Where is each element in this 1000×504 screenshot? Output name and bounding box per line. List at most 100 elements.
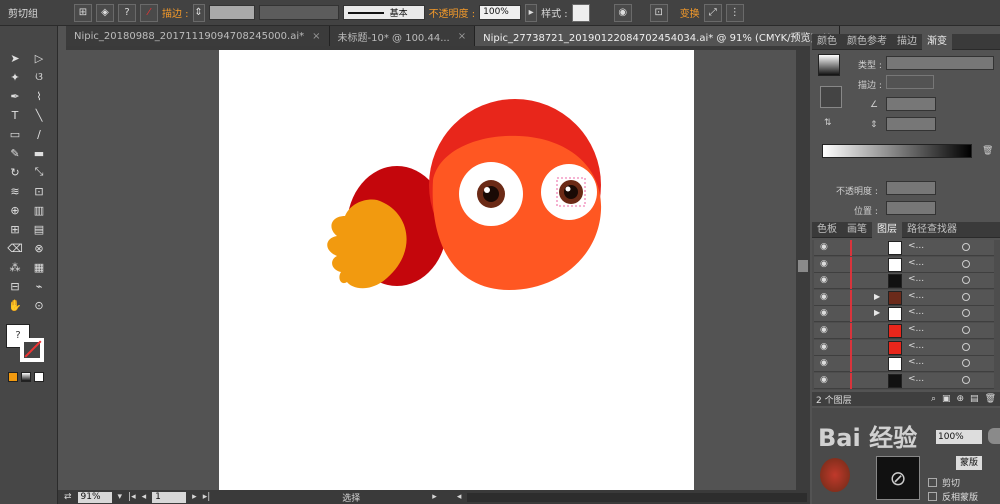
vertical-scrollbar[interactable] [796, 50, 810, 490]
fill-swatch[interactable]: ? [118, 3, 136, 22]
scroll-thumb[interactable] [798, 260, 808, 272]
eraser-tool-icon[interactable]: ▬ [30, 145, 48, 161]
target-icon[interactable] [962, 259, 970, 268]
fill-stroke-proxy-icon[interactable]: ? [6, 324, 46, 364]
panel-tab-2[interactable]: 描边 [892, 34, 922, 50]
artboard-number-field[interactable]: 1 [152, 491, 187, 503]
zoom-field[interactable]: 91% [77, 491, 112, 503]
visibility-eye-icon[interactable]: ◉ [820, 275, 828, 285]
shape-builder-tool-icon[interactable]: ⊕ [6, 202, 24, 218]
visibility-eye-icon[interactable]: ◉ [820, 358, 828, 368]
rectangle-tool-icon[interactable]: ▭ [6, 126, 24, 142]
stroke-label[interactable]: 描边 : [162, 5, 189, 20]
gradient-slider[interactable] [822, 144, 972, 158]
target-icon[interactable] [962, 243, 970, 251]
column-graph-tool-icon[interactable]: ▦ [30, 259, 48, 275]
align-icon[interactable]: ⊞ [74, 3, 92, 22]
layers-tab-0[interactable]: 色板 [812, 222, 842, 238]
trash-icon[interactable]: 🗑 [985, 394, 996, 404]
zoom-tool-icon[interactable]: ⊙ [30, 297, 48, 313]
slice-tool-icon[interactable]: ⌁ [30, 278, 48, 294]
clip-checkbox[interactable] [928, 478, 937, 487]
close-icon[interactable]: × [312, 31, 320, 42]
artboard-nav-icon[interactable]: ⇄ [64, 492, 72, 502]
visibility-eye-icon[interactable]: ◉ [820, 259, 828, 269]
stroke-weight-stepper[interactable]: ⇕ [192, 3, 205, 22]
stroke-swatch[interactable]: ⁄ [140, 3, 158, 22]
symbol-sprayer-tool-icon[interactable]: ⁂ [6, 259, 24, 275]
pencil-tool-icon[interactable]: ✎ [6, 145, 24, 161]
lasso-tool-icon[interactable]: ଓ [30, 69, 48, 85]
chevron-down-icon[interactable]: ▾ [118, 492, 123, 502]
aspect-field[interactable] [886, 117, 936, 131]
expand-arrow-icon[interactable]: ▶ [874, 292, 880, 301]
opacity-dropdown-icon[interactable]: ▸ [525, 3, 538, 22]
rotate-tool-icon[interactable]: ↻ [6, 164, 24, 180]
visibility-eye-icon[interactable]: ◉ [820, 292, 828, 302]
reverse-gradient-icon[interactable]: ⇅ [824, 118, 832, 128]
panel-tab-0[interactable]: 颜色 [812, 34, 842, 50]
gradient-stroke-options[interactable] [886, 75, 934, 89]
visibility-eye-icon[interactable]: ◉ [820, 308, 828, 318]
isolate-icon[interactable]: ◈ [96, 3, 114, 22]
transform-link[interactable]: 变换 [680, 5, 700, 20]
make-mask-button[interactable]: 蒙版 [956, 456, 983, 470]
target-icon[interactable] [962, 359, 970, 368]
object-thumbnail[interactable] [820, 458, 850, 492]
layer-row[interactable]: ◉ <... [814, 323, 994, 339]
target-icon[interactable] [962, 309, 970, 318]
blend-tool-icon[interactable]: ⊗ [30, 240, 48, 256]
expand-icon[interactable] [988, 428, 1000, 444]
recolor-icon[interactable]: ◉ [613, 3, 632, 22]
position-field[interactable] [886, 201, 936, 215]
target-icon[interactable] [962, 292, 970, 301]
mask-thumbnail[interactable]: ⊘ [876, 456, 920, 500]
bird-right-pupil[interactable] [564, 185, 578, 199]
line-tool-icon[interactable]: ╲ [30, 107, 48, 123]
visibility-eye-icon[interactable]: ◉ [820, 242, 828, 252]
type-dropdown[interactable] [886, 56, 994, 70]
angle-field[interactable] [886, 97, 936, 111]
color-mode-buttons[interactable] [8, 372, 44, 382]
opacity-label[interactable]: 不透明度 : [429, 5, 476, 20]
pen-tool-icon[interactable]: ✒ [6, 88, 24, 104]
expand-arrow-icon[interactable]: ▶ [874, 308, 880, 317]
mesh-tool-icon[interactable]: ⊞ [6, 221, 24, 237]
canvas-area[interactable] [66, 50, 796, 490]
target-icon[interactable] [962, 326, 970, 334]
panel-tab-1[interactable]: 颜色参考 [842, 34, 892, 50]
transform-icon[interactable]: ⤢ [703, 3, 722, 22]
last-artboard-icon[interactable]: ▸| [203, 492, 211, 502]
clipping-mask-icon[interactable]: ▣ [942, 394, 951, 404]
layer-row[interactable]: ◉ <... [814, 256, 994, 273]
target-icon[interactable] [962, 342, 970, 351]
brush-definition-dropdown[interactable]: 基本 [342, 5, 425, 20]
layer-row[interactable]: ◉ ▶ <... [814, 306, 994, 323]
bottom-opacity-field[interactable]: 100% [936, 430, 982, 444]
panel-tab-3[interactable]: 渐变 [922, 34, 952, 50]
width-tool-icon[interactable]: ≋ [6, 183, 24, 199]
fill-stroke-proxy[interactable] [820, 86, 842, 108]
status-arrow-icon[interactable]: ▸ [432, 492, 437, 502]
visibility-eye-icon[interactable]: ◉ [820, 342, 828, 352]
scale-tool-icon[interactable]: ⤡ [30, 164, 48, 180]
opacity-field[interactable]: 100% [479, 5, 522, 20]
type-tool-icon[interactable]: T [6, 107, 24, 123]
tab-document-2[interactable]: 未标题-10* @ 100.44... × [329, 26, 476, 46]
close-icon[interactable]: × [458, 31, 466, 42]
artboard[interactable] [219, 50, 694, 490]
first-artboard-icon[interactable]: |◂ [128, 492, 136, 502]
gradient-tool-icon[interactable]: ▤ [30, 221, 48, 237]
tab-document-3[interactable]: Nipic_27738721_20190122084702454034.ai* … [475, 26, 840, 46]
target-icon[interactable] [962, 276, 970, 285]
graph-tool-icon[interactable]: ▥ [30, 202, 48, 218]
free-transform-tool-icon[interactable]: ⊡ [30, 183, 48, 199]
opacity-field[interactable] [886, 181, 936, 195]
target-icon[interactable] [962, 375, 970, 384]
new-layer-icon[interactable]: ▤ [970, 394, 979, 404]
selection-tool-icon[interactable]: ➤ [6, 50, 24, 66]
layers-tab-3[interactable]: 路径查找器 [902, 222, 962, 238]
new-sublayer-icon[interactable]: ⊕ [957, 394, 965, 404]
gradient-preview-swatch[interactable] [818, 54, 840, 76]
variable-width-dropdown[interactable] [258, 5, 339, 20]
